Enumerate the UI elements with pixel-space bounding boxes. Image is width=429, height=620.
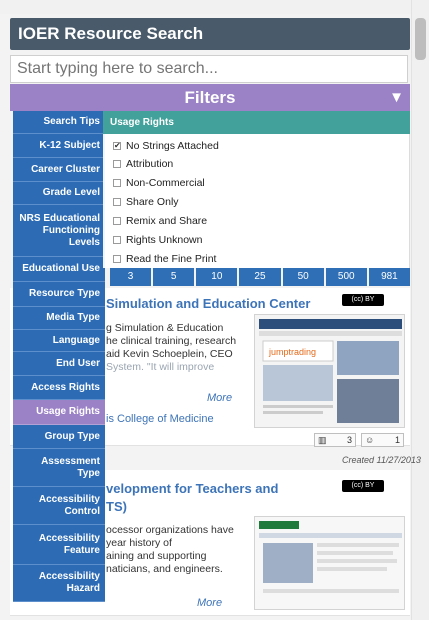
title-line: TS) — [106, 499, 127, 514]
view-count[interactable]: ☺ 1 — [361, 433, 404, 447]
filter-tab-accessibility-feature[interactable]: Accessibility Feature — [13, 525, 105, 565]
result-snippet: ocessor organizations have year history … — [106, 524, 251, 576]
usage-option-share-only[interactable]: Share Only — [113, 194, 179, 210]
checkbox-icon[interactable] — [113, 198, 121, 206]
usage-option-label: Read the Fine Print — [126, 253, 217, 265]
page-size-option[interactable]: 50 — [282, 268, 324, 286]
filter-tab-educational-use[interactable]: Educational Use — [13, 257, 105, 282]
filter-tab-usage-rights[interactable]: Usage Rights — [13, 400, 105, 425]
filter-tab-group-type[interactable]: Group Type — [13, 425, 105, 449]
snippet-line: ocessor organizations have — [106, 524, 234, 536]
checkbox-icon[interactable] — [113, 217, 121, 225]
filter-tab-accessibility-control[interactable]: Accessibility Control — [13, 487, 105, 525]
filter-tab-search-tips[interactable]: Search Tips — [13, 111, 105, 134]
usage-option-label: No Strings Attached — [126, 140, 219, 152]
snippet-line: System. "It will improve — [106, 361, 215, 373]
page-scrollbar[interactable] — [411, 0, 429, 620]
search-input[interactable] — [10, 55, 408, 83]
snippet-line: g Simulation & Education — [106, 322, 224, 334]
thumbnail-image — [255, 517, 404, 609]
page-size-option[interactable]: 3 — [110, 268, 152, 286]
usage-option-label: Attribution — [126, 158, 174, 170]
page-size-option[interactable]: 25 — [239, 268, 281, 286]
title-line: velopment for Teachers and — [106, 481, 279, 496]
result-title[interactable]: velopment for Teachers and TS) — [106, 480, 278, 516]
checkbox-icon[interactable] — [113, 255, 121, 263]
checkbox-icon[interactable] — [113, 179, 121, 187]
library-count-value: 3 — [346, 435, 352, 445]
filter-tab-language[interactable]: Language — [13, 330, 105, 352]
usage-option-fine-print[interactable]: Read the Fine Print — [113, 251, 216, 267]
filter-tab-media-type[interactable]: Media Type — [13, 307, 105, 330]
view-count-value: 1 — [394, 435, 400, 445]
usage-option-label: Rights Unknown — [126, 234, 203, 246]
page-size-option[interactable]: 981 — [368, 268, 410, 286]
person-icon: ☺ — [365, 435, 375, 445]
checkbox-icon[interactable] — [113, 236, 121, 244]
usage-rights-header: Usage Rights — [103, 111, 410, 134]
top-strip — [0, 0, 411, 14]
filter-tab-assessment-type[interactable]: Assessment Type — [13, 449, 105, 487]
result-title[interactable]: Simulation and Education Center — [106, 296, 310, 311]
checkbox-icon[interactable] — [113, 160, 121, 168]
filter-tab-career-cluster[interactable]: Career Cluster — [13, 158, 105, 182]
svg-text:jumptrading: jumptrading — [268, 347, 316, 357]
snippet-line: naticians, and engineers. — [106, 563, 223, 575]
filter-tab-accessibility-hazard[interactable]: Accessibility Hazard — [13, 565, 105, 602]
library-icon: ▥ — [318, 435, 327, 445]
usage-option-label: Share Only — [126, 196, 179, 208]
more-link[interactable]: More — [207, 392, 232, 404]
page-size-selector: 3 5 10 25 50 500 981 — [110, 268, 410, 286]
usage-option-no-strings[interactable]: ✔ No Strings Attached — [113, 138, 219, 154]
checkbox-checked-icon[interactable]: ✔ — [113, 142, 121, 150]
scrollbar-thumb[interactable] — [415, 18, 426, 60]
filters-label: Filters — [184, 88, 236, 107]
usage-option-rights-unknown[interactable]: Rights Unknown — [113, 232, 202, 248]
snippet-line: aining and supporting — [106, 550, 207, 562]
filter-tab-access-rights[interactable]: Access Rights — [13, 376, 105, 400]
result-thumbnail[interactable]: jumptrading — [254, 314, 405, 428]
snippet-line: year history of — [106, 537, 172, 549]
usage-option-non-commercial[interactable]: Non-Commercial — [113, 175, 205, 191]
filter-tab-resource-type[interactable]: Resource Type — [13, 282, 105, 307]
snippet-line: he clinical training, research — [106, 335, 237, 347]
filter-tab-k12-subject[interactable]: K-12 Subject — [13, 134, 105, 158]
page-title: IOER Resource Search — [10, 18, 410, 50]
page-size-option[interactable]: 10 — [196, 268, 238, 286]
license-badge[interactable]: (cc) BY — [342, 294, 384, 306]
filter-tab-grade-level[interactable]: Grade Level — [13, 182, 105, 205]
usage-option-label: Remix and Share — [126, 215, 208, 227]
library-count[interactable]: ▥ 3 — [314, 433, 356, 447]
filters-toggle-bar[interactable]: Filters ▼ — [10, 84, 410, 111]
created-date: Created 11/27/2013 — [342, 455, 421, 465]
snippet-line: aid Kevin Schoeplein, CEO — [106, 348, 233, 360]
more-link[interactable]: More — [197, 597, 222, 609]
filter-tab-end-user[interactable]: End User — [13, 352, 105, 376]
filter-tab-nrs-levels[interactable]: NRS Educational Functioning Levels — [13, 205, 105, 257]
license-badge[interactable]: (cc) BY — [342, 480, 384, 492]
triangle-down-icon[interactable]: ▼ — [389, 84, 404, 111]
thumbnail-image: jumptrading — [255, 315, 404, 427]
usage-option-label: Non-Commercial — [126, 177, 205, 189]
usage-option-attribution[interactable]: Attribution — [113, 156, 173, 172]
page-size-option[interactable]: 500 — [325, 268, 367, 286]
usage-option-remix-share[interactable]: Remix and Share — [113, 213, 207, 229]
app-root: IOER Resource Search Filters ▼ 3 5 10 25… — [0, 0, 429, 620]
usage-rights-panel: ✔ No Strings Attached Attribution Non-Co… — [103, 134, 410, 268]
result-snippet: g Simulation & Education he clinical tra… — [106, 322, 246, 374]
result-thumbnail[interactable] — [254, 516, 405, 610]
page-size-option[interactable]: 5 — [153, 268, 195, 286]
result-source[interactable]: is College of Medicine — [106, 413, 214, 425]
